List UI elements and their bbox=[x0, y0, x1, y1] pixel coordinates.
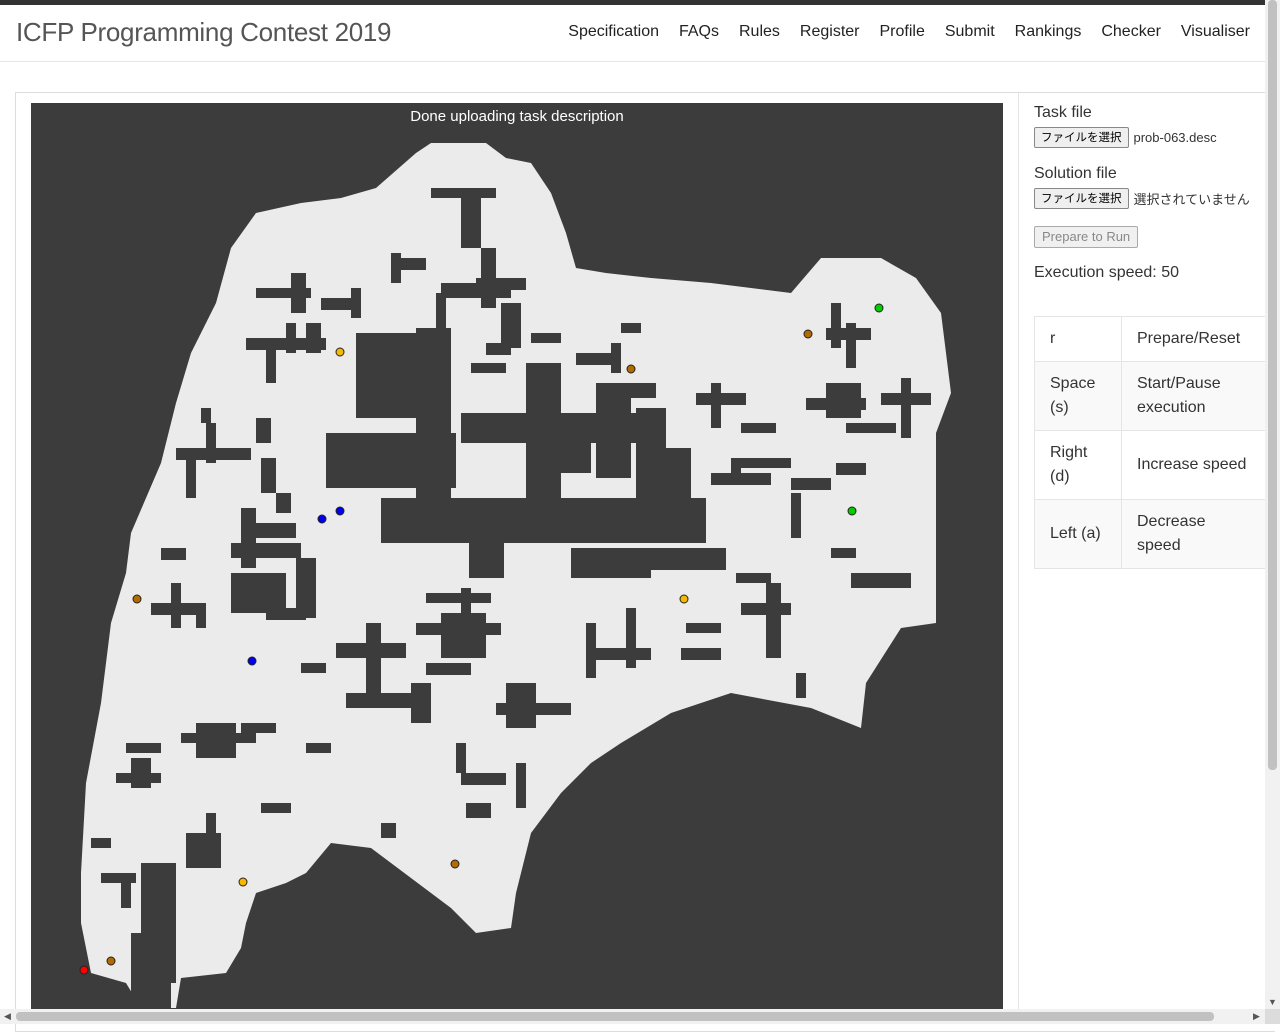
nav-visualiser[interactable]: Visualiser bbox=[1181, 23, 1250, 41]
scroll-down-icon[interactable]: ▼ bbox=[1265, 997, 1280, 1007]
table-row: Right (d) Increase speed bbox=[1034, 430, 1266, 500]
booster-marker bbox=[247, 656, 257, 666]
table-row: Space (s) Start/Pause execution bbox=[1034, 361, 1266, 431]
horizontal-scrollbar[interactable]: ◀ ▶ bbox=[0, 1009, 1265, 1024]
main-nav: Specification FAQs Rules Register Profil… bbox=[548, 23, 1250, 41]
booster-marker bbox=[335, 347, 345, 357]
shortcut-action: Increase speed bbox=[1121, 430, 1266, 500]
nav-specification[interactable]: Specification bbox=[568, 23, 659, 41]
booster-marker bbox=[317, 514, 327, 524]
task-file-label: Task file bbox=[1034, 104, 1092, 121]
scroll-left-icon[interactable]: ◀ bbox=[4, 1009, 11, 1024]
task-file-name: prob-063.desc bbox=[1133, 130, 1217, 145]
shortcut-table: r Prepare/Reset Space (s) Start/Pause ex… bbox=[1034, 316, 1266, 569]
execution-speed-label: Execution speed: 50 bbox=[1034, 264, 1179, 281]
sidebar: Task file ファイルを選択 prob-063.desc Solution… bbox=[1034, 104, 1265, 282]
shortcut-key: Right (d) bbox=[1034, 430, 1122, 500]
robot-marker bbox=[79, 965, 89, 975]
solution-file-label: Solution file bbox=[1034, 165, 1117, 182]
shortcut-action: Start/Pause execution bbox=[1121, 361, 1266, 431]
booster-marker bbox=[106, 956, 116, 966]
solution-file-button[interactable]: ファイルを選択 bbox=[1034, 188, 1129, 209]
map-canvas[interactable]: Done uploading task description bbox=[31, 103, 1003, 1013]
booster-marker bbox=[679, 594, 689, 604]
booster-marker bbox=[450, 859, 460, 869]
navbar: ICFP Programming Contest 2019 Specificat… bbox=[0, 5, 1265, 62]
booster-marker bbox=[803, 329, 813, 339]
table-row: r Prepare/Reset bbox=[1034, 316, 1266, 362]
nav-checker[interactable]: Checker bbox=[1101, 23, 1161, 41]
scroll-right-icon[interactable]: ▶ bbox=[1253, 1009, 1260, 1024]
nav-profile[interactable]: Profile bbox=[879, 23, 924, 41]
table-row: Left (a) Decrease speed bbox=[1034, 499, 1266, 569]
booster-marker bbox=[238, 877, 248, 887]
booster-marker bbox=[132, 594, 142, 604]
booster-marker bbox=[626, 364, 636, 374]
solution-file-input[interactable]: ファイルを選択 選択されていません bbox=[1034, 188, 1265, 209]
nav-faqs[interactable]: FAQs bbox=[679, 23, 719, 41]
horizontal-scroll-thumb[interactable] bbox=[16, 1012, 1214, 1021]
task-file-button[interactable]: ファイルを選択 bbox=[1034, 127, 1129, 148]
nav-rankings[interactable]: Rankings bbox=[1015, 23, 1082, 41]
map-region bbox=[81, 143, 951, 1008]
prepare-to-run-button[interactable]: Prepare to Run bbox=[1034, 226, 1139, 248]
nav-submit[interactable]: Submit bbox=[945, 23, 995, 41]
task-file-input[interactable]: ファイルを選択 prob-063.desc bbox=[1034, 127, 1265, 148]
shortcut-action: Decrease speed bbox=[1121, 499, 1266, 569]
vertical-scroll-thumb[interactable] bbox=[1268, 0, 1277, 770]
booster-marker bbox=[335, 506, 345, 516]
shortcut-key: Left (a) bbox=[1034, 499, 1122, 569]
shortcut-key: r bbox=[1034, 316, 1122, 362]
nav-register[interactable]: Register bbox=[800, 23, 860, 41]
canvas-status: Done uploading task description bbox=[410, 108, 624, 125]
booster-marker bbox=[874, 303, 884, 313]
booster-marker bbox=[847, 506, 857, 516]
shortcut-action: Prepare/Reset bbox=[1121, 316, 1266, 362]
map-svg bbox=[79, 143, 951, 1008]
solution-file-name: 選択されていません bbox=[1133, 192, 1250, 207]
site-title[interactable]: ICFP Programming Contest 2019 bbox=[16, 17, 392, 48]
shortcut-key: Space (s) bbox=[1034, 361, 1122, 431]
nav-rules[interactable]: Rules bbox=[739, 23, 780, 41]
vertical-scrollbar[interactable]: ▼ bbox=[1265, 0, 1280, 1009]
sidebar-divider bbox=[1018, 93, 1019, 1024]
scrollbar-corner bbox=[1265, 1009, 1280, 1024]
